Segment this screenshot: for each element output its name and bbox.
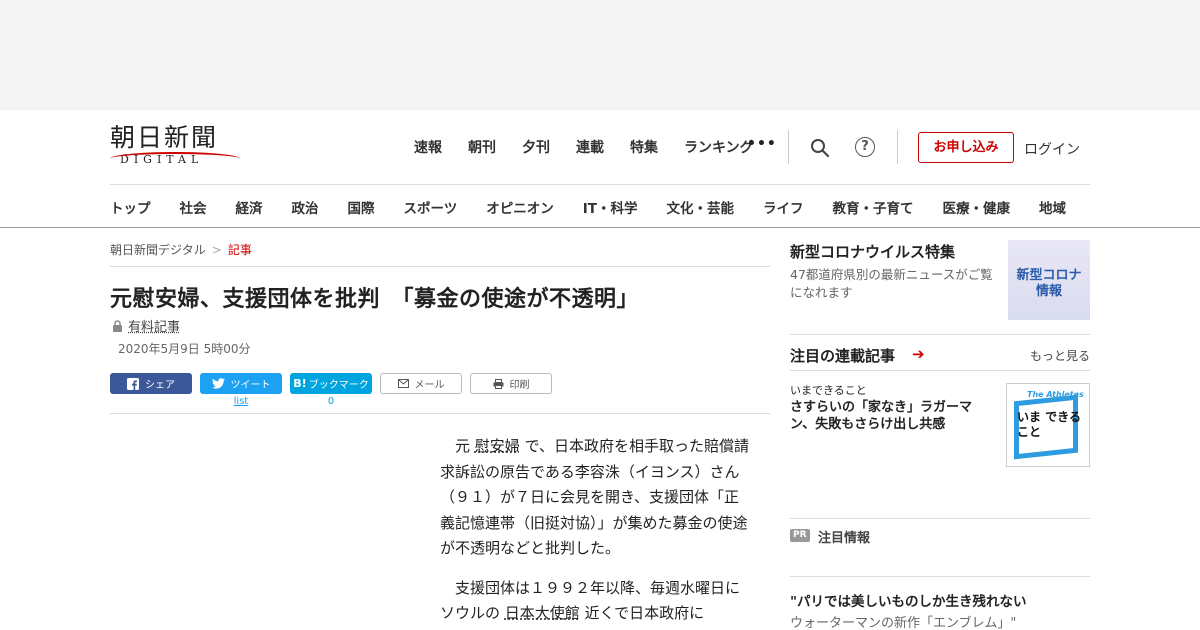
top-nav: 速報 朝刊 夕刊 連載 特集 ランキング <box>414 137 780 157</box>
article-paragraph: 元 慰安婦 で、日本政府を相手取った賠償請求訴訟の原告である李容洙（イヨンス）さ… <box>440 434 750 562</box>
twitter-count[interactable]: list <box>200 396 282 407</box>
nav-rensai[interactable]: 連載 <box>576 137 604 157</box>
twitter-icon <box>211 378 225 389</box>
cat-international[interactable]: 国際 <box>348 197 375 217</box>
cat-opinion[interactable]: オピニオン <box>486 197 554 217</box>
more-icon[interactable]: ••• <box>747 136 777 152</box>
series-section-title[interactable]: 注目の連載記事 <box>790 345 895 366</box>
search-icon[interactable] <box>810 138 830 158</box>
text-run: 元 <box>455 437 475 455</box>
glossary-link[interactable]: 慰安婦 <box>475 437 520 455</box>
logo-main: 朝日新聞 <box>110 123 219 152</box>
header-divider <box>110 184 1090 185</box>
mail-icon <box>397 379 409 388</box>
subscribe-button[interactable]: お申し込み <box>918 132 1014 163</box>
pr-section-title: 注目情報 <box>818 531 871 546</box>
print-label: 印刷 <box>509 380 530 391</box>
cat-politics[interactable]: 政治 <box>292 197 319 217</box>
hatena-count[interactable]: 0 <box>290 396 372 407</box>
site-logo[interactable]: 朝日新聞 DIGITAL <box>110 124 242 172</box>
see-more-link[interactable]: もっと見る <box>1030 347 1090 364</box>
nav-ranking[interactable]: ランキング <box>684 137 754 157</box>
facebook-share-label: シェア <box>145 380 175 391</box>
ad-banner <box>0 0 1200 110</box>
divider <box>790 576 1090 577</box>
corona-feature-title[interactable]: 新型コロナウイルス特集 <box>790 241 955 262</box>
corona-thumb-text: 新型コロナ 情報 <box>1016 268 1082 299</box>
cat-life[interactable]: ライフ <box>763 197 804 217</box>
share-bar: シェア ツイート list B! ブックマーク 0 メール 印刷 <box>110 373 552 407</box>
article-paragraph: 支援団体は１９９２年以降、毎週水曜日にソウルの 日本大使館 近くで日本政府に <box>440 576 750 627</box>
corona-thumbnail[interactable]: 新型コロナ 情報 <box>1008 240 1090 320</box>
hatena-icon: B! <box>293 377 307 390</box>
lock-icon <box>113 319 122 332</box>
nav-sokuho[interactable]: 速報 <box>414 137 442 157</box>
cat-health[interactable]: 医療・健康 <box>942 197 1010 217</box>
nav-tokushu[interactable]: 特集 <box>630 137 658 157</box>
hatena-label: ブックマーク <box>308 380 369 391</box>
breadcrumb-sep: > <box>211 243 222 257</box>
hatena-bookmark-button[interactable]: B! ブックマーク 0 <box>290 373 372 407</box>
glossary-link[interactable]: 日本大使館 <box>505 604 580 622</box>
twitter-share-button[interactable]: ツイート list <box>200 373 282 407</box>
divider <box>790 370 1090 371</box>
thumb-title: いま できること <box>1017 410 1081 439</box>
cat-education[interactable]: 教育・子育て <box>832 197 913 217</box>
arrow-right-icon[interactable]: ➔ <box>912 345 925 363</box>
breadcrumb-current[interactable]: 記事 <box>228 243 252 257</box>
paid-label-text: 有料記事 <box>128 320 181 335</box>
facebook-share-button[interactable]: シェア <box>110 373 192 394</box>
text-run: で、日本政府を相手取った賠償請求訴訟の原告である李容洙（イヨンス）さん（９１）が… <box>440 437 749 557</box>
series-headline[interactable]: さすらいの「家なき」ラガーマン、失敗もさらけ出し共感 <box>790 399 995 433</box>
nav-yuukan[interactable]: 夕刊 <box>522 137 550 157</box>
cat-society[interactable]: 社会 <box>180 197 207 217</box>
facebook-icon <box>127 377 139 390</box>
logo-arc <box>110 152 240 160</box>
category-nav: トップ 社会 経済 政治 国際 スポーツ オピニオン IT・科学 文化・芸能 ラ… <box>110 197 1066 217</box>
divider <box>790 518 1090 519</box>
print-button[interactable]: 印刷 <box>470 373 552 394</box>
login-link[interactable]: ログイン <box>1024 139 1080 159</box>
pr-badge: PR <box>790 529 810 542</box>
breadcrumb: 朝日新聞デジタル > 記事 <box>110 241 252 258</box>
divider <box>110 266 770 267</box>
article-body: 元 慰安婦 で、日本政府を相手取った賠償請求訴訟の原告である李容洙（イヨンス）さ… <box>440 434 750 630</box>
cat-economy[interactable]: 経済 <box>236 197 263 217</box>
article-date: 2020年5月9日 5時00分 <box>118 342 251 356</box>
mail-label: メール <box>414 380 445 391</box>
breadcrumb-home[interactable]: 朝日新聞デジタル <box>110 243 206 257</box>
article-title: 元慰安婦、支援団体を批判 「募金の使途が不透明」 <box>110 287 640 312</box>
paid-article-label[interactable]: 有料記事 <box>112 316 180 335</box>
twitter-share-label: ツイート <box>230 380 271 391</box>
nav-choukan[interactable]: 朝刊 <box>468 137 496 157</box>
cat-it-science[interactable]: IT・科学 <box>583 197 638 217</box>
series-kicker: いまできること <box>790 384 867 397</box>
text-run: 近くで日本政府に <box>579 604 705 622</box>
corona-feature-desc: 47都道府県別の最新ニュースがご覧になれます <box>790 267 993 300</box>
print-icon <box>493 378 503 389</box>
divider <box>790 334 1090 335</box>
series-thumbnail[interactable]: The Athletes いま できること <box>1006 383 1090 467</box>
cat-sports[interactable]: スポーツ <box>404 197 458 217</box>
divider <box>897 130 898 164</box>
cat-top[interactable]: トップ <box>110 197 151 217</box>
cat-culture[interactable]: 文化・芸能 <box>666 197 734 217</box>
promo-subline[interactable]: ウォーターマンの新作「エンブレム」" <box>790 612 1016 630</box>
divider <box>788 130 789 164</box>
help-icon[interactable]: ? <box>855 137 875 157</box>
cat-region[interactable]: 地域 <box>1039 197 1066 217</box>
promo-headline[interactable]: "パリでは美しいものしか生き残れない <box>790 590 1027 610</box>
divider <box>110 413 770 414</box>
site-header: 朝日新聞 DIGITAL 速報 朝刊 夕刊 連載 特集 ランキング ••• ? … <box>0 110 1200 228</box>
mail-share-button[interactable]: メール <box>380 373 462 394</box>
thumb-brand: The Athletes <box>1027 390 1084 399</box>
